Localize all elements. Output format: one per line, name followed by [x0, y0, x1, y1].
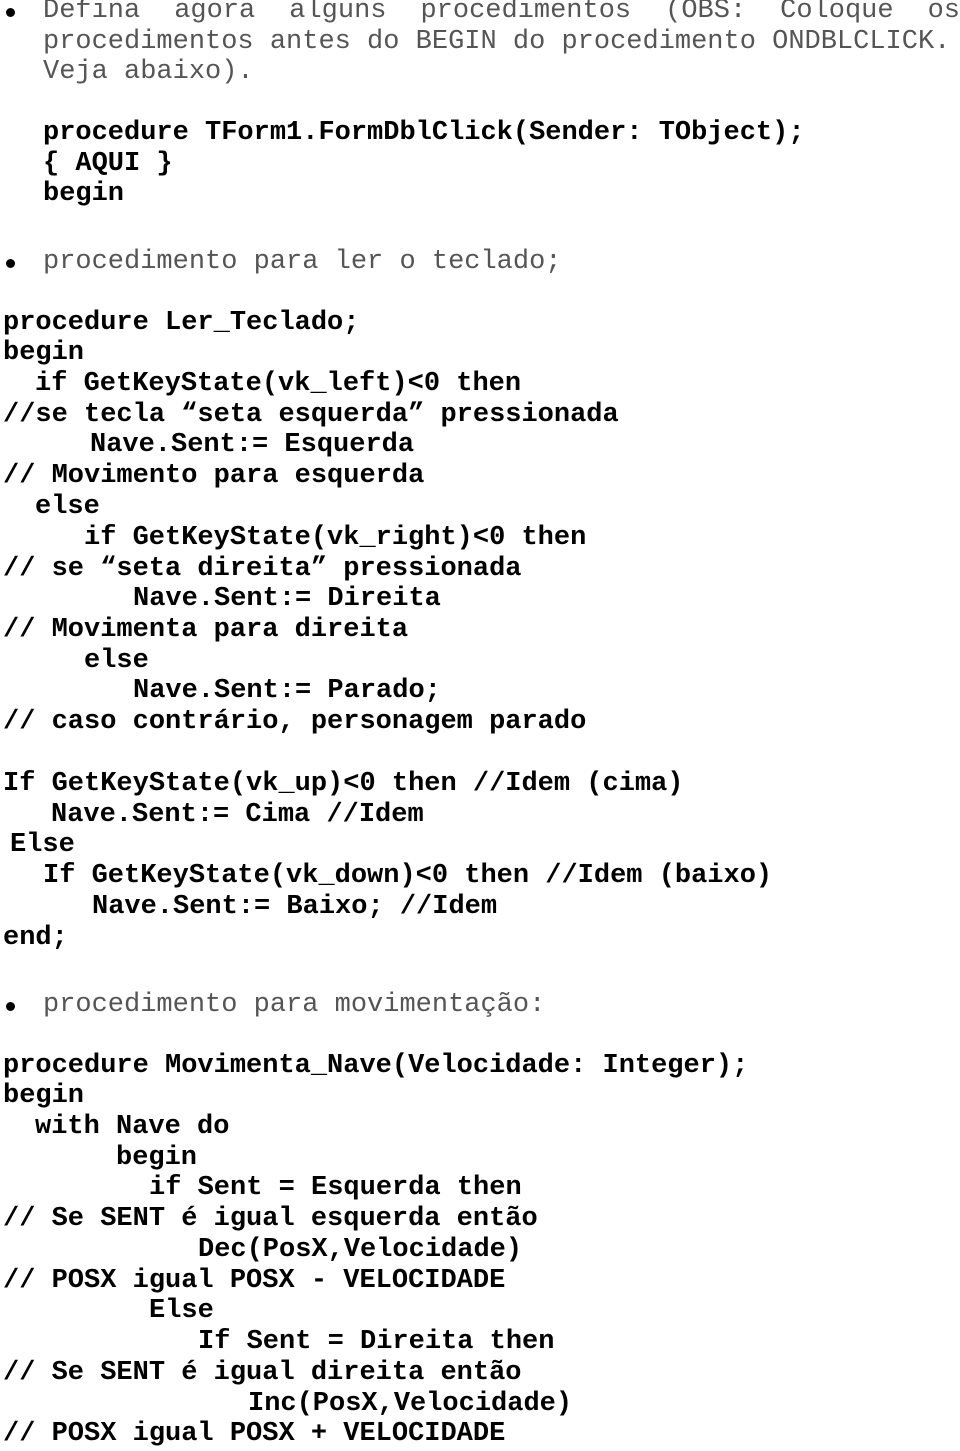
bullet-icon [6, 259, 15, 268]
intro-line-2: procedimentos antes do BEGIN do procedim… [43, 27, 951, 57]
code-line: if GetKeyState(vk_right)<0 then [84, 523, 587, 553]
code-line: Else [149, 1296, 214, 1326]
intro-line-3: Veja abaixo). [43, 57, 254, 87]
code-line: Nave.Sent:= Esquerda [90, 430, 415, 460]
code-line: begin [116, 1143, 198, 1173]
code-line: Nave.Sent:= Cima //Idem [51, 800, 424, 830]
code-line: { AQUI } [43, 149, 173, 179]
code-line: procedure Movimenta_Nave(Velocidade: Int… [3, 1051, 749, 1081]
code-line: Dec(PosX,Velocidade) [198, 1235, 523, 1265]
code-line: If Sent = Direita then [198, 1327, 555, 1357]
code-comment: // caso contrário, personagem parado [3, 707, 587, 737]
code-line: Nave.Sent:= Parado; [133, 676, 441, 706]
bullet-icon [6, 1002, 15, 1011]
code-line: Nave.Sent:= Baixo; //Idem [92, 892, 498, 922]
code-comment: // Movimenta para direita [3, 615, 409, 645]
code-line: end; [3, 923, 68, 953]
code-comment: // Se SENT é igual direita então [3, 1358, 522, 1388]
code-comment: //se tecla “seta esquerda” pressionada [3, 400, 619, 430]
code-comment: // POSX igual POSX + VELOCIDADE [3, 1419, 506, 1449]
code-line: begin [3, 1081, 85, 1111]
code-comment: // Movimento para esquerda [3, 461, 425, 491]
code-comment: // Se SENT é igual esquerda então [3, 1204, 538, 1234]
code-line: procedure TForm1.FormDblClick(Sender: TO… [43, 118, 805, 148]
section-heading-keyboard: procedimento para ler o teclado; [43, 247, 562, 277]
code-line: Else [10, 830, 75, 860]
code-line: with Nave do [35, 1112, 230, 1142]
code-line: If GetKeyState(vk_down)<0 then //Idem (b… [43, 861, 773, 891]
code-line: begin [43, 179, 125, 209]
section-heading-movement: procedimento para movimentação: [43, 990, 546, 1020]
code-line: procedure Ler_Teclado; [3, 308, 360, 338]
code-line: else [35, 492, 100, 522]
code-comment: // POSX igual POSX - VELOCIDADE [3, 1266, 506, 1296]
bullet-icon [6, 8, 15, 17]
code-line: if GetKeyState(vk_left)<0 then [35, 369, 522, 399]
code-comment: // se “seta direita” pressionada [3, 554, 522, 584]
code-line: If GetKeyState(vk_up)<0 then //Idem (cim… [3, 769, 684, 799]
code-line: else [84, 646, 149, 676]
code-line: Inc(PosX,Velocidade) [248, 1389, 573, 1419]
code-line: begin [3, 338, 85, 368]
intro-line-1: Defina agora alguns procedimentos (OBS: … [43, 0, 960, 26]
code-line: if Sent = Esquerda then [149, 1173, 522, 1203]
code-line: Nave.Sent:= Direita [133, 584, 441, 614]
